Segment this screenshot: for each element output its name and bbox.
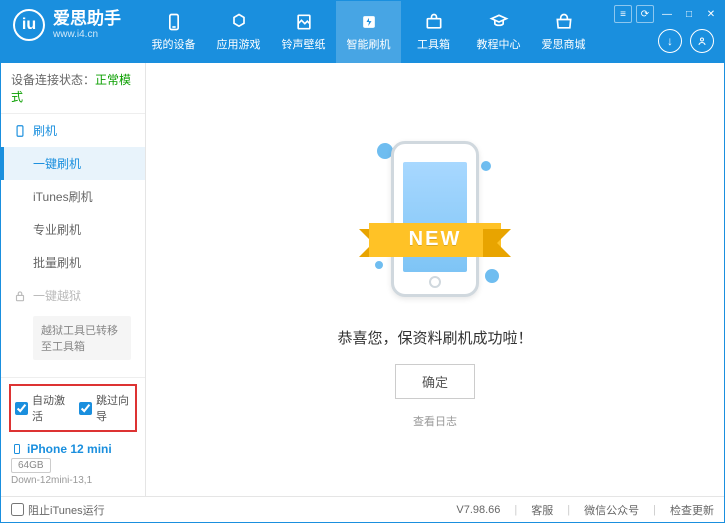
app-name: 爱思助手 <box>53 9 121 29</box>
nav-label: 我的设备 <box>152 36 196 52</box>
nav-label: 智能刷机 <box>347 36 391 52</box>
banner-text: NEW <box>369 223 501 257</box>
options-highlight-box: 自动激活 跳过向导 <box>9 384 137 432</box>
checkbox-label: 阻止iTunes运行 <box>28 502 105 518</box>
ok-button[interactable]: 确定 <box>395 364 475 399</box>
status-bar: 阻止iTunes运行 V7.98.66 | 客服 | 微信公众号 | 检查更新 <box>1 496 724 522</box>
check-update-link[interactable]: 检查更新 <box>670 502 714 518</box>
toolbox-icon <box>424 12 444 32</box>
device-storage: 64GB <box>11 458 51 473</box>
maximize-button[interactable]: □ <box>680 5 698 23</box>
nav-tutorial[interactable]: 教程中心 <box>466 1 531 63</box>
phone-icon <box>164 12 184 32</box>
app-url: www.i4.cn <box>53 29 121 41</box>
checkbox-label: 跳过向导 <box>96 392 131 424</box>
minimize-button[interactable]: — <box>658 5 676 23</box>
flash-icon <box>359 12 379 32</box>
sidebar-group-flash[interactable]: 刷机 <box>1 114 145 147</box>
sidebar-item-itunes-flash[interactable]: iTunes刷机 <box>1 180 145 213</box>
new-banner: NEW <box>359 223 511 267</box>
device-name: iPhone 12 mini <box>11 442 135 456</box>
group-label: 刷机 <box>33 122 57 139</box>
top-nav: 我的设备 应用游戏 铃声壁纸 智能刷机 工具箱 教程中心 爱思商城 <box>141 1 596 63</box>
tutorial-icon <box>489 12 509 32</box>
jailbreak-moved-note: 越狱工具已转移至工具箱 <box>33 316 131 360</box>
phone-icon <box>13 124 27 138</box>
nav-label: 爱思商城 <box>542 36 586 52</box>
device-sublabel: Down-12mini-13,1 <box>11 475 135 486</box>
nav-label: 教程中心 <box>477 36 521 52</box>
sidebar: 设备连接状态：正常模式 刷机 一键刷机 iTunes刷机 专业刷机 批量刷机 一… <box>1 63 146 496</box>
skip-guide-checkbox[interactable]: 跳过向导 <box>79 392 131 424</box>
close-button[interactable]: ✕ <box>702 5 720 23</box>
nav-my-device[interactable]: 我的设备 <box>141 1 206 63</box>
success-illustration: NEW <box>375 131 495 311</box>
app-logo-icon: iu <box>13 9 45 41</box>
device-info[interactable]: iPhone 12 mini 64GB Down-12mini-13,1 <box>9 438 137 490</box>
lock-icon <box>13 289 27 303</box>
nav-shop[interactable]: 爱思商城 <box>531 1 596 63</box>
app-window: iu 爱思助手 www.i4.cn 我的设备 应用游戏 铃声壁纸 智能刷机 工具… <box>0 0 725 523</box>
nav-toolbox[interactable]: 工具箱 <box>401 1 466 63</box>
titlebar: iu 爱思助手 www.i4.cn 我的设备 应用游戏 铃声壁纸 智能刷机 工具… <box>1 1 724 63</box>
sidebar-group-more[interactable]: 更多 <box>1 368 145 377</box>
user-icon[interactable] <box>690 29 714 53</box>
version-label: V7.98.66 <box>456 504 500 516</box>
view-log-link[interactable]: 查看日志 <box>413 413 457 429</box>
window-controls: ≡ ⟳ — □ ✕ <box>610 1 724 27</box>
refresh-icon[interactable]: ⟳ <box>636 5 654 23</box>
main-content: NEW 恭喜您，保资料刷机成功啦！ 确定 查看日志 <box>146 63 724 496</box>
auto-activate-checkbox[interactable]: 自动激活 <box>15 392 67 424</box>
shop-icon <box>554 12 574 32</box>
logo-area: iu 爱思助手 www.i4.cn <box>1 1 133 49</box>
group-label: 一键越狱 <box>33 287 81 304</box>
nav-label: 铃声壁纸 <box>282 36 326 52</box>
block-itunes-checkbox[interactable]: 阻止iTunes运行 <box>11 502 105 518</box>
menu-icon[interactable]: ≡ <box>614 5 632 23</box>
wallpaper-icon <box>294 12 314 32</box>
sidebar-item-batch-flash[interactable]: 批量刷机 <box>1 246 145 279</box>
success-message: 恭喜您，保资料刷机成功啦！ <box>337 327 532 348</box>
download-icon[interactable]: ↓ <box>658 29 682 53</box>
nav-label: 工具箱 <box>417 36 450 52</box>
nav-apps[interactable]: 应用游戏 <box>206 1 271 63</box>
connection-label: 设备连接状态： <box>11 73 95 87</box>
apps-icon <box>229 12 249 32</box>
sidebar-item-oneclick-flash[interactable]: 一键刷机 <box>1 147 145 180</box>
wechat-link[interactable]: 微信公众号 <box>584 502 639 518</box>
connection-status: 设备连接状态：正常模式 <box>1 63 145 114</box>
checkbox-label: 自动激活 <box>32 392 67 424</box>
nav-label: 应用游戏 <box>217 36 261 52</box>
nav-flash[interactable]: 智能刷机 <box>336 1 401 63</box>
sidebar-group-jailbreak: 一键越狱 <box>1 279 145 312</box>
nav-ringtone[interactable]: 铃声壁纸 <box>271 1 336 63</box>
service-link[interactable]: 客服 <box>531 502 553 518</box>
phone-icon <box>11 443 23 455</box>
sidebar-item-pro-flash[interactable]: 专业刷机 <box>1 213 145 246</box>
